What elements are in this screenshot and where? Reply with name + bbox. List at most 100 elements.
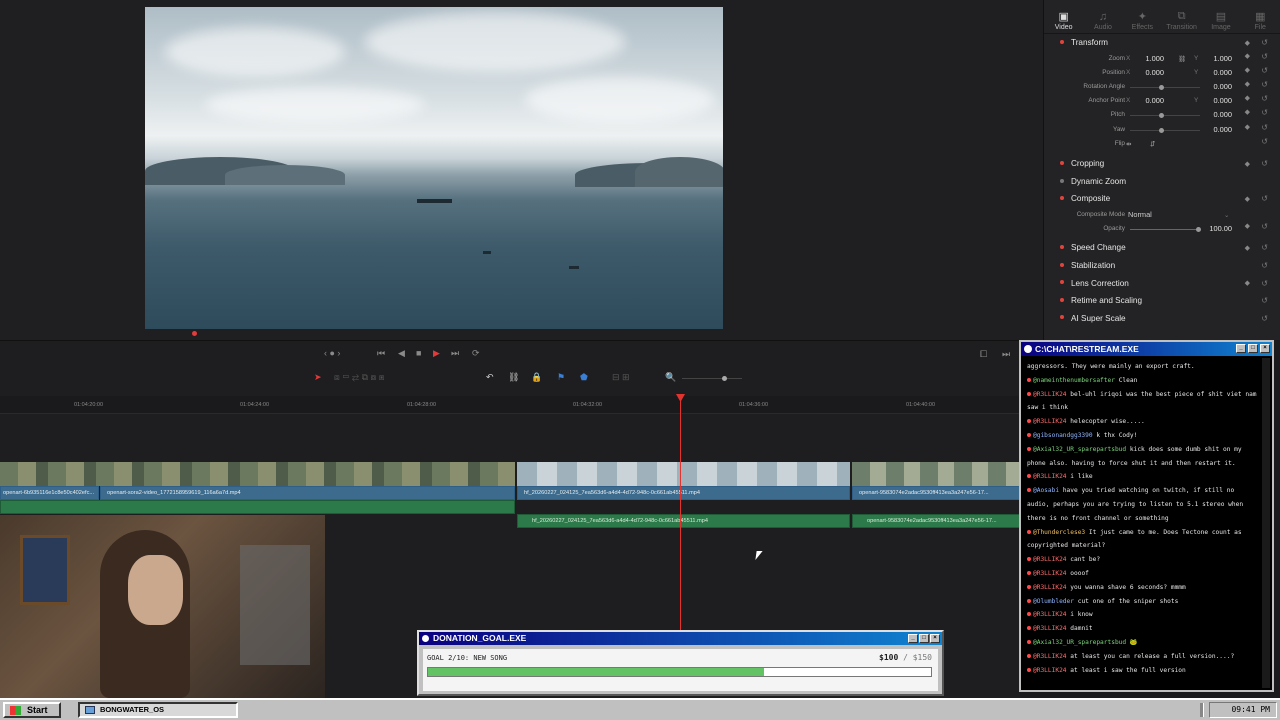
- tab-file[interactable]: ▦ File: [1242, 10, 1278, 31]
- enable-dot-icon[interactable]: [1060, 160, 1064, 165]
- slider-knob[interactable]: [1159, 84, 1164, 90]
- section-cropping[interactable]: Cropping ◆ ↺: [1044, 155, 1280, 173]
- minimize-button[interactable]: _: [908, 634, 918, 643]
- chat-username[interactable]: @Thunderclese3: [1033, 529, 1085, 536]
- clip-nav-icon[interactable]: ‹ ● ›: [324, 348, 340, 358]
- reset-icon[interactable]: ↺: [1261, 108, 1268, 117]
- loop-icon[interactable]: ⟳: [472, 348, 480, 359]
- reset-icon[interactable]: ↺: [1261, 159, 1268, 168]
- timeline-ruler[interactable]: [0, 396, 1020, 414]
- enable-dot-icon[interactable]: [1060, 196, 1064, 201]
- selection-tool-icon[interactable]: ➤: [314, 372, 322, 383]
- fullscreen-icon[interactable]: ⧠: [980, 349, 987, 360]
- rotation-slider[interactable]: [1130, 86, 1200, 88]
- timeline-playhead[interactable]: [680, 394, 681, 630]
- reset-icon[interactable]: ↺: [1261, 94, 1268, 103]
- taskbar-item[interactable]: BONGWATER_OS: [78, 702, 238, 718]
- reset-icon[interactable]: ↺: [1261, 279, 1268, 288]
- slider-knob[interactable]: [1159, 113, 1164, 119]
- reset-icon[interactable]: ↺: [1261, 243, 1268, 252]
- reset-icon[interactable]: ↺: [1261, 66, 1268, 75]
- video-clip[interactable]: openart-6b935116e1c8e50c402efc...: [0, 486, 99, 500]
- chat-username[interactable]: @Olumbleder: [1033, 598, 1074, 605]
- preview-frame[interactable]: [145, 7, 723, 329]
- audio-clip[interactable]: hf_20260227_024125_7ea563d6-a4d4-4d72-94…: [517, 514, 850, 528]
- audio-clip[interactable]: [0, 500, 515, 514]
- trim-tool-icon[interactable]: ⧈ ▭ ⇄ ⧉ ⧇ ⧆: [334, 372, 384, 383]
- flip-horizontal-icon[interactable]: ⇹: [1126, 140, 1131, 148]
- chat-username[interactable]: @R3LLIK24: [1033, 570, 1067, 577]
- minimize-button[interactable]: _: [1236, 344, 1246, 353]
- chat-username[interactable]: @Axial32_UR_sparepartsbud: [1033, 446, 1126, 453]
- position-y-field[interactable]: 0.000: [1198, 68, 1233, 77]
- chat-username[interactable]: @gibsonandgg3390: [1033, 432, 1093, 439]
- tab-transition[interactable]: ⧉ Transition: [1164, 10, 1200, 31]
- keyframe-icon[interactable]: ◆: [1245, 244, 1250, 252]
- chat-username[interactable]: @R3LLIK24: [1033, 556, 1067, 563]
- reset-icon[interactable]: ↺: [1261, 137, 1268, 146]
- section-composite[interactable]: Composite ◆ ↺: [1044, 190, 1280, 208]
- play-icon[interactable]: ▶: [433, 348, 440, 359]
- maximize-button[interactable]: □: [1248, 344, 1258, 353]
- skip-forward-icon[interactable]: ⏭: [451, 348, 459, 359]
- tab-audio[interactable]: ♫ Audio: [1085, 11, 1121, 31]
- enable-dot-icon[interactable]: [1060, 280, 1064, 285]
- reset-icon[interactable]: ↺: [1261, 123, 1268, 132]
- opacity-field[interactable]: 100.00: [1198, 224, 1232, 233]
- reset-icon[interactable]: ↺: [1261, 52, 1268, 61]
- audio-clip[interactable]: openart-9583074e2adac9530ff413ea3a247e56…: [852, 514, 1020, 528]
- viewer-playhead-marker[interactable]: [192, 331, 197, 336]
- skip-back-icon[interactable]: ⏮: [377, 348, 385, 359]
- keyframe-icon[interactable]: ◆: [1245, 52, 1250, 60]
- composite-mode-select[interactable]: Normal: [1128, 210, 1218, 219]
- opacity-slider[interactable]: [1130, 228, 1200, 230]
- keyframe-icon[interactable]: ◆: [1245, 279, 1250, 287]
- enable-dot-icon[interactable]: [1060, 262, 1064, 267]
- tab-video[interactable]: ▣ Video: [1046, 10, 1082, 31]
- chat-window[interactable]: C:\CHAT\RESTREAM.EXE _ □ × aggressors. T…: [1019, 340, 1274, 692]
- section-transform[interactable]: Transform ◆ ↺: [1044, 34, 1280, 52]
- reset-icon[interactable]: ↺: [1261, 38, 1268, 47]
- position-x-field[interactable]: 0.000: [1130, 68, 1165, 77]
- section-retime[interactable]: Retime and Scaling ↺: [1044, 292, 1280, 310]
- donation-titlebar[interactable]: DONATION_GOAL.EXE _ □ ×: [419, 632, 942, 645]
- keyframe-icon[interactable]: ◆: [1245, 39, 1250, 47]
- rotation-field[interactable]: 0.000: [1198, 82, 1233, 91]
- chat-username[interactable]: @Aosabi: [1033, 487, 1059, 494]
- enable-dot-icon[interactable]: [1060, 40, 1064, 44]
- yaw-slider[interactable]: [1130, 129, 1200, 131]
- chat-scrollbar[interactable]: [1262, 358, 1270, 688]
- next-frame-icon[interactable]: ⏭: [1002, 349, 1010, 360]
- section-stabilization[interactable]: Stabilization ↺: [1044, 257, 1280, 275]
- flag-icon[interactable]: ⚑: [557, 372, 565, 383]
- marker-icon[interactable]: ⬟: [580, 372, 588, 383]
- chat-username[interactable]: @R3LLIK24: [1033, 391, 1067, 398]
- video-clip[interactable]: hf_20260227_024125_7ea563d6-a4d4-4d72-94…: [517, 486, 850, 500]
- chat-username[interactable]: @Axial32_UR_sparepartsbud: [1033, 639, 1126, 646]
- link-clips-icon[interactable]: ⛓: [508, 372, 519, 383]
- reset-icon[interactable]: ↺: [1261, 261, 1268, 270]
- keyframe-icon[interactable]: ◆: [1245, 222, 1250, 230]
- pitch-field[interactable]: 0.000: [1198, 110, 1233, 119]
- reset-icon[interactable]: ↺: [1261, 222, 1268, 231]
- keyframe-icon[interactable]: ◆: [1245, 80, 1250, 88]
- enable-dot-icon[interactable]: [1060, 178, 1064, 183]
- stop-icon[interactable]: ■: [416, 348, 421, 358]
- system-tray[interactable]: 09:41 PM: [1209, 702, 1277, 718]
- chat-username[interactable]: @R3LLIK24: [1033, 584, 1067, 591]
- tab-effects[interactable]: ✦ Effects: [1124, 10, 1160, 31]
- section-dynamic-zoom[interactable]: Dynamic Zoom: [1044, 173, 1280, 191]
- anchor-y-field[interactable]: 0.000: [1198, 96, 1233, 105]
- close-button[interactable]: ×: [930, 634, 940, 643]
- keyframe-icon[interactable]: ◆: [1245, 195, 1250, 203]
- video-clip[interactable]: openart-9583074e2adac9530ff413ea3a247e56…: [852, 486, 1020, 500]
- tab-image[interactable]: ▤ Image: [1203, 10, 1239, 31]
- chat-username[interactable]: @R3LLIK24: [1033, 611, 1067, 618]
- anchor-x-field[interactable]: 0.000: [1130, 96, 1165, 105]
- reset-icon[interactable]: ↺: [1261, 296, 1268, 305]
- pitch-slider[interactable]: [1130, 115, 1200, 117]
- chat-username[interactable]: @nameinthenumbersafter: [1033, 377, 1115, 384]
- zoom-slider-knob[interactable]: [722, 376, 727, 381]
- zoom-x-field[interactable]: 1.000: [1130, 54, 1165, 63]
- slider-knob[interactable]: [1159, 127, 1164, 133]
